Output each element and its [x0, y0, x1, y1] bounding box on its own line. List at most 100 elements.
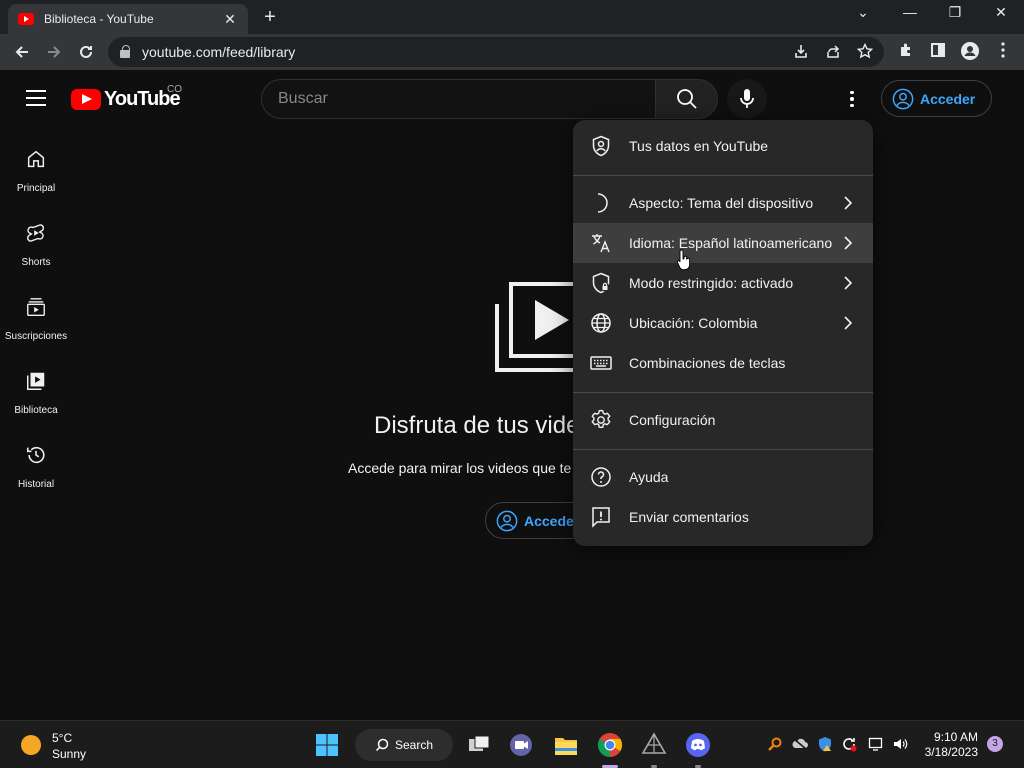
- sidebar-item-label: Historial: [17, 479, 55, 490]
- account-circle-icon: [892, 88, 914, 109]
- sidebar-item-shorts[interactable]: Shorts: [0, 222, 72, 270]
- sidebar-item-historial[interactable]: Historial: [0, 444, 72, 492]
- cursor-app-icon[interactable]: [640, 731, 668, 759]
- taskbar-search-button[interactable]: Search: [355, 729, 453, 761]
- browser-tab-strip: Biblioteca - YouTube ✕ + ⌄ — ❐ ✕: [0, 0, 1024, 34]
- sidebar-item-label: Principal: [16, 183, 56, 194]
- settings-more-icon[interactable]: [836, 86, 868, 112]
- reload-button[interactable]: [74, 40, 98, 64]
- menu-item-label: Ubicación: Colombia: [629, 315, 758, 331]
- sidebar-item-principal[interactable]: Principal: [0, 148, 72, 196]
- shield-lock-icon: [592, 272, 610, 294]
- window-close-button[interactable]: ✕: [989, 4, 1013, 21]
- translate-icon: [592, 234, 610, 253]
- youtube-logo[interactable]: YouTube CO: [71, 84, 182, 111]
- taskbar-clock[interactable]: 9:10 AM 3/18/2023: [922, 730, 978, 760]
- reload-icon: [80, 45, 92, 58]
- tab-list-button[interactable]: ⌄: [851, 4, 875, 21]
- profile-icon[interactable]: [960, 42, 980, 62]
- file-explorer-icon[interactable]: [552, 731, 580, 759]
- menu-divider: [573, 175, 873, 176]
- browser-menu-icon[interactable]: [993, 42, 1013, 62]
- menu-item-feedback[interactable]: Enviar comentarios: [573, 497, 873, 537]
- tab-close-icon[interactable]: ✕: [222, 11, 238, 28]
- hamburger-menu-icon[interactable]: [26, 90, 46, 106]
- menu-item-label: Combinaciones de teclas: [629, 355, 786, 371]
- menu-item-label: Modo restringido: activado: [629, 275, 794, 291]
- back-button[interactable]: [10, 40, 34, 64]
- shield-person-icon: [592, 135, 610, 157]
- menu-item-label: Configuración: [629, 412, 716, 428]
- search-input[interactable]: [278, 90, 638, 108]
- menu-item-location[interactable]: Ubicación: Colombia: [573, 303, 873, 343]
- search-tray-icon[interactable]: [767, 736, 783, 752]
- search-icon: [677, 89, 697, 109]
- menu-item-restricted-mode[interactable]: Modo restringido: activado: [573, 263, 873, 303]
- taskbar: 5°C Sunny Search 9:10 AM 3/18/2023 3: [0, 720, 1024, 768]
- tab-title: Biblioteca - YouTube: [44, 12, 154, 26]
- keyboard-icon: [590, 356, 612, 370]
- extensions-puzzle-icon[interactable]: [896, 42, 916, 62]
- sun-icon: [21, 735, 41, 755]
- menu-item-keyboard-shortcuts[interactable]: Combinaciones de teclas: [573, 343, 873, 383]
- chevron-right-icon: [844, 316, 853, 330]
- side-panel-icon[interactable]: [928, 42, 948, 62]
- menu-item-help[interactable]: Ayuda: [573, 457, 873, 497]
- sidebar-item-suscripciones[interactable]: Suscripciones: [0, 296, 72, 344]
- back-arrow-icon: [15, 46, 28, 58]
- sidebar-item-biblioteca[interactable]: Biblioteca: [0, 370, 72, 418]
- globe-icon: [591, 313, 611, 333]
- windows-start-icon[interactable]: [313, 731, 341, 759]
- shorts-icon: [27, 224, 45, 242]
- network-monitor-icon[interactable]: [868, 736, 884, 752]
- signin-label: Acceder: [920, 90, 976, 107]
- history-icon: [26, 446, 45, 464]
- search-box: [261, 79, 656, 119]
- chrome-icon[interactable]: [596, 731, 624, 759]
- feedback-icon: [592, 507, 610, 528]
- browser-tab[interactable]: Biblioteca - YouTube ✕: [8, 4, 248, 34]
- menu-divider: [573, 392, 873, 393]
- sidebar-item-label: Shorts: [21, 257, 51, 268]
- window-minimize-button[interactable]: —: [898, 4, 922, 20]
- taskbar-search-label: Search: [395, 738, 434, 752]
- help-circle-icon: [591, 467, 611, 487]
- weather-temperature[interactable]: 5°C: [52, 731, 72, 745]
- clock-date: 3/18/2023: [924, 745, 978, 759]
- new-tab-button[interactable]: +: [258, 6, 282, 29]
- install-app-icon[interactable]: [792, 43, 810, 61]
- youtube-play-icon: [71, 89, 101, 110]
- menu-item-label: Enviar comentarios: [629, 509, 749, 525]
- voice-search-button[interactable]: [727, 79, 767, 119]
- chevron-right-icon: [844, 276, 853, 290]
- sync-icon[interactable]: [841, 736, 857, 752]
- discord-icon[interactable]: [684, 731, 712, 759]
- country-code: CO: [167, 84, 182, 95]
- bookmark-star-icon[interactable]: [856, 42, 874, 61]
- search-button[interactable]: [655, 79, 718, 119]
- lock-icon: [120, 45, 130, 58]
- notification-badge[interactable]: 3: [987, 736, 1003, 752]
- share-icon[interactable]: [824, 43, 842, 61]
- menu-item-label: Idioma: Español latinoamericano: [629, 235, 833, 251]
- menu-item-language[interactable]: Idioma: Español latinoamericano: [573, 223, 873, 263]
- task-view-icon[interactable]: [465, 731, 493, 759]
- forward-button[interactable]: [42, 40, 66, 64]
- signin-button[interactable]: Acceder: [881, 80, 992, 117]
- volume-icon[interactable]: [892, 736, 908, 752]
- teams-chat-icon[interactable]: [507, 731, 535, 759]
- menu-item-settings[interactable]: Configuración: [573, 400, 873, 440]
- gear-icon: [591, 409, 611, 429]
- window-restore-button[interactable]: ❐: [943, 4, 967, 21]
- onedrive-icon[interactable]: [792, 736, 808, 752]
- menu-item-appearance[interactable]: Aspecto: Tema del dispositivo: [573, 183, 873, 223]
- home-icon: [27, 150, 45, 168]
- page-heading: Disfruta de tus vide: [374, 412, 580, 439]
- weather-description[interactable]: Sunny: [52, 747, 86, 761]
- library-icon: [27, 372, 45, 390]
- address-bar[interactable]: youtube.com/feed/library: [108, 37, 884, 67]
- sidebar-item-label: Biblioteca: [14, 405, 58, 416]
- menu-item-your-data[interactable]: Tus datos en YouTube: [573, 126, 873, 166]
- microphone-icon: [740, 89, 754, 108]
- security-shield-icon[interactable]: [817, 736, 833, 752]
